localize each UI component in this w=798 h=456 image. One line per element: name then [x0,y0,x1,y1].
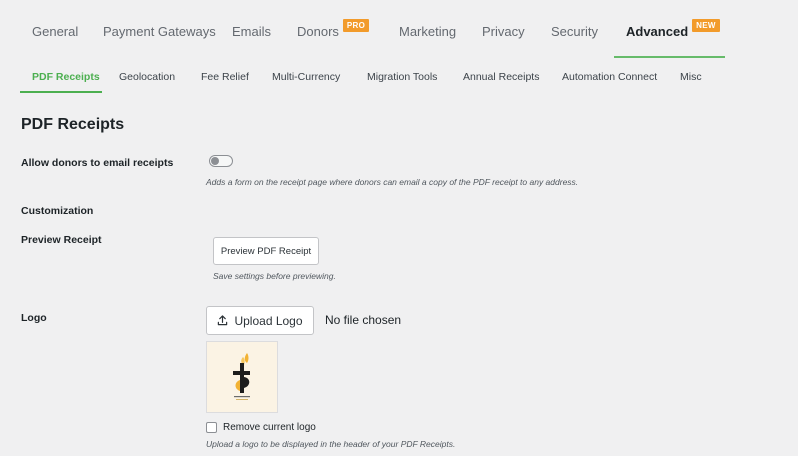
button-label: Upload Logo [234,313,303,328]
preview-pdf-receipt-button[interactable]: Preview PDF Receipt [213,237,319,265]
tab-label: General [32,24,79,39]
active-subtab-indicator [20,91,102,93]
file-status: No file chosen [325,313,402,327]
tab-label: Advanced [626,24,689,39]
page-title: PDF Receipts [21,116,125,133]
tab-donors[interactable]: Donors PRO [297,19,370,39]
subtab-automation-connect[interactable]: Automation Connect [562,71,657,83]
subtab-label: Geolocation [119,71,176,83]
subtab-label: Fee Relief [201,71,249,83]
tab-label: Donors [297,24,339,39]
subtab-misc[interactable]: Misc [680,71,702,83]
subtab-multi-currency[interactable]: Multi-Currency [272,71,340,83]
subtab-label: Automation Connect [562,71,658,83]
tab-label: Payment Gateways [103,24,216,39]
logo-label: Logo [21,312,47,324]
subtab-pdf-receipts[interactable]: PDF Receipts [32,71,100,83]
tab-payment-gateways[interactable]: Payment Gateways [103,24,216,39]
remove-logo-label[interactable]: Remove current logo [223,422,316,433]
subtab-label: Misc [680,71,702,83]
remove-logo-checkbox[interactable] [206,422,217,433]
subtab-label: Annual Receipts [463,71,540,83]
subtab-label: PDF Receipts [32,71,100,83]
cross-logo-icon [233,353,250,400]
button-label: Preview PDF Receipt [220,245,312,257]
tab-marketing[interactable]: Marketing [399,24,456,39]
new-badge: NEW [692,19,720,32]
toggle-knob [211,157,219,165]
subtab-fee-relief[interactable]: Fee Relief [201,71,249,83]
tab-privacy[interactable]: Privacy [482,24,525,39]
email-receipts-label: Allow donors to email receipts [21,157,174,169]
upload-icon [217,315,228,326]
upload-logo-button[interactable]: Upload Logo [206,306,314,335]
sub-tab-bar: PDF Receipts Geolocation Fee Relief Mult… [0,60,798,94]
active-tab-indicator [614,56,725,58]
tab-label: Security [551,24,598,39]
logo-description: Upload a logo to be displayed in the hea… [206,439,456,449]
subtab-geolocation[interactable]: Geolocation [119,71,175,83]
subtab-migration-tools[interactable]: Migration Tools [367,71,437,83]
logo-preview [206,341,278,413]
tab-security[interactable]: Security [551,24,598,39]
tab-label: Privacy [482,24,525,39]
tab-label: Marketing [399,24,457,39]
preview-note: Save settings before previewing. [213,271,336,281]
email-receipts-toggle[interactable] [209,155,233,167]
email-receipts-description: Adds a form on the receipt page where do… [206,177,579,187]
tab-label: Emails [232,24,272,39]
subtab-label: Migration Tools [367,71,438,83]
top-tab-bar: General Payment Gateways Emails Donors PR… [0,0,798,58]
tab-advanced[interactable]: Advanced NEW [626,19,720,39]
tab-emails[interactable]: Emails [232,24,271,39]
preview-receipt-label: Preview Receipt [21,234,102,246]
subtab-annual-receipts[interactable]: Annual Receipts [463,71,539,83]
pro-badge: PRO [342,19,370,32]
subtab-label: Multi-Currency [272,71,341,83]
tab-general[interactable]: General [32,24,78,39]
customization-heading: Customization [21,205,94,217]
